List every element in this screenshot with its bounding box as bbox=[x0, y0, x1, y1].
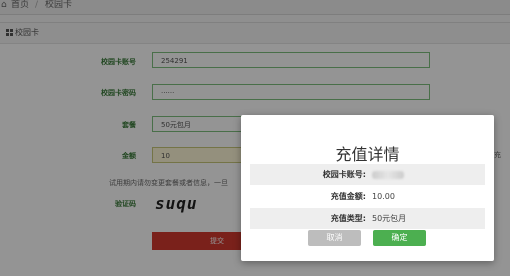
detail-row-type: 充值类型: 50元包月 bbox=[250, 207, 485, 229]
detail-key: 校园卡账号: bbox=[322, 170, 366, 179]
detail-key: 充值金额: bbox=[330, 192, 366, 201]
dialog-title: 充值详情 bbox=[335, 145, 400, 164]
detail-table: 校园卡账号: 充值金额: 10.00 充值类型: 50元包月 bbox=[250, 163, 485, 229]
detail-value: 50元包月 bbox=[372, 214, 407, 223]
detail-row-account: 校园卡账号: bbox=[250, 163, 485, 185]
detail-row-amount: 充值金额: 10.00 bbox=[250, 185, 485, 207]
detail-key: 充值类型: bbox=[330, 214, 366, 223]
cancel-button[interactable]: 取消 bbox=[308, 230, 361, 246]
masked-account-value bbox=[372, 170, 404, 179]
recharge-detail-dialog: 充值详情 校园卡账号: 充值金额: 10.00 充值类型: 50元包月 取消 确定 bbox=[241, 115, 494, 261]
detail-value: 10.00 bbox=[372, 192, 395, 201]
confirm-button[interactable]: 确定 bbox=[373, 230, 426, 246]
